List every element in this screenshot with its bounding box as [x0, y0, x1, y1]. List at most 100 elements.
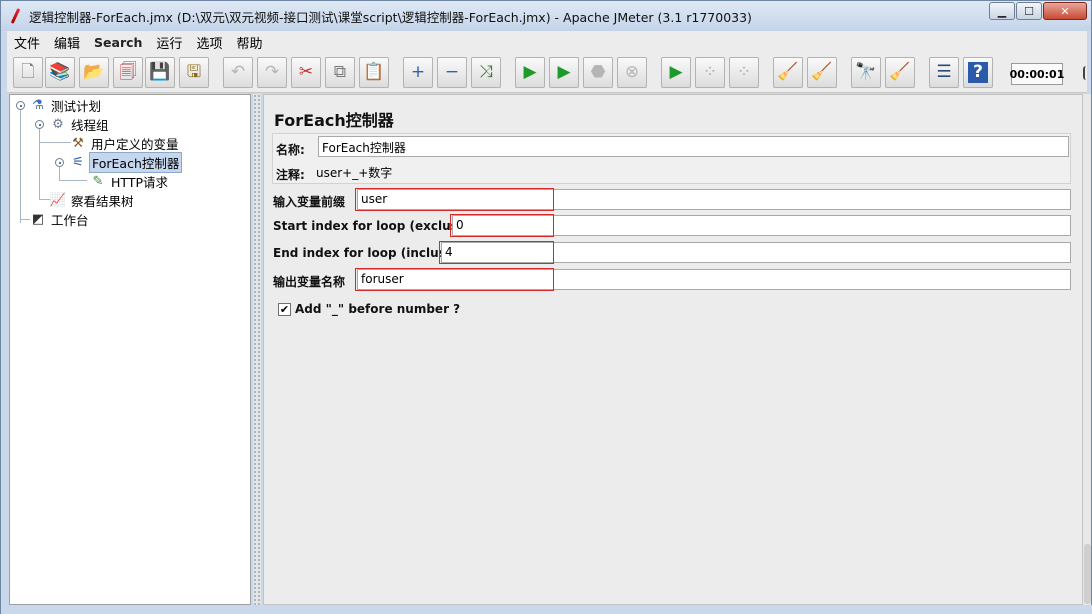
- elapsed-timer: 00:00:01: [1010, 63, 1064, 85]
- expand-button[interactable]: +: [403, 57, 433, 88]
- collapse-button[interactable]: −: [437, 57, 467, 88]
- title-bar: 逻辑控制器-ForEach.jmx (D:\双元\双元视频-接口测试\课堂scr…: [1, 1, 1091, 31]
- new-button[interactable]: 🗋: [13, 57, 43, 88]
- save-icon: 💾: [149, 62, 171, 82]
- tree-node-foreach-controller[interactable]: ⚟ ForEach控制器: [70, 151, 183, 173]
- new-icon: 🗋: [21, 62, 35, 82]
- tree-node-results-tree[interactable]: 📈 察看结果树: [50, 191, 136, 209]
- stop-button[interactable]: ⬣: [583, 57, 613, 88]
- menu-search[interactable]: Search: [87, 35, 149, 50]
- menu-file[interactable]: 文件: [7, 33, 47, 52]
- open-icon: 📂: [83, 62, 105, 82]
- tree-line: [20, 110, 21, 223]
- expander-toggle[interactable]: [16, 101, 25, 110]
- start-no-pause-button[interactable]: ▶: [549, 57, 579, 88]
- name-label: 名称:: [276, 143, 305, 157]
- tree-line: [59, 167, 60, 181]
- tree-line: [39, 142, 71, 143]
- menu-help[interactable]: 帮助: [229, 33, 269, 52]
- close-file-button[interactable]: 🗐: [113, 57, 143, 88]
- help-icon: ?: [968, 62, 988, 83]
- undo-button[interactable]: ↶: [223, 57, 253, 88]
- cut-button[interactable]: ✂: [291, 57, 321, 88]
- shutdown-icon: ⊗: [624, 62, 640, 82]
- reset-search-button[interactable]: 🧹: [885, 57, 915, 88]
- collapse-icon: −: [444, 62, 460, 82]
- stop-icon: ⬣: [590, 62, 606, 82]
- tree-node-label: ForEach控制器: [89, 151, 183, 173]
- name-field[interactable]: ForEach控制器: [318, 136, 1069, 157]
- close-file-icon: 🗐: [119, 62, 137, 82]
- start-button[interactable]: ▶: [515, 57, 545, 88]
- add-underscore-checkbox[interactable]: ✔: [278, 303, 291, 316]
- close-button[interactable]: ✕: [1043, 2, 1087, 20]
- remote-start-button[interactable]: ▶: [661, 57, 691, 88]
- tree-node-thread-group[interactable]: ⚙ 线程组: [50, 115, 111, 133]
- shutdown-button[interactable]: ⊗: [617, 57, 647, 88]
- window-controls: ▁ ☐ ✕: [989, 2, 1087, 20]
- app-window: 逻辑控制器-ForEach.jmx (D:\双元\双元视频-接口测试\课堂scr…: [0, 0, 1092, 614]
- tree-line: [59, 180, 87, 181]
- panel-title: ForEach控制器: [274, 111, 394, 130]
- remote-shutdown-button[interactable]: ⁘: [729, 57, 759, 88]
- tree-line: [39, 199, 50, 200]
- expander-toggle[interactable]: [35, 120, 44, 129]
- tools-icon: ⚒: [72, 135, 84, 151]
- add-underscore-label: Add "_" before number ?: [295, 302, 461, 316]
- toolbar: 00:00:01 🗋 📚 📂 🗐 💾 🖫 ↶ ↷ ✂ ⧉ 📋 + − ⤨ ▶ ▶ ⬣ ⊗ ▶ ⁘ ⁘ 🧹 🧹 🔭 🧹 ☰?: [7, 53, 1087, 93]
- tree-node-http-request[interactable]: ✎ HTTP请求: [90, 172, 170, 190]
- expander-toggle[interactable]: [55, 158, 64, 167]
- open-button[interactable]: 📂: [79, 57, 109, 88]
- vertical-scrollbar[interactable]: [1083, 94, 1091, 605]
- window-title: 逻辑控制器-ForEach.jmx (D:\双元\双元视频-接口测试\课堂scr…: [29, 9, 752, 25]
- paste-button[interactable]: 📋: [359, 57, 389, 88]
- menu-bar: 文件 编辑 Search 运行 选项 帮助: [7, 31, 1087, 53]
- tree-node-workbench[interactable]: ◩ 工作台: [30, 210, 91, 228]
- split-pane-divider[interactable]: [253, 94, 261, 605]
- menu-edit[interactable]: 编辑: [47, 33, 87, 52]
- help-button[interactable]: ?: [963, 57, 993, 88]
- minimize-button[interactable]: ▁: [989, 2, 1015, 20]
- tree-node-user-variables[interactable]: ⚒ 用户定义的变量: [70, 134, 181, 152]
- maximize-button[interactable]: ☐: [1016, 2, 1042, 20]
- remote-start-icon: ▶: [669, 62, 683, 82]
- undo-icon: ↶: [230, 62, 246, 82]
- function-helper-icon: ☰: [936, 62, 952, 82]
- remote-stop-button[interactable]: ⁘: [695, 57, 725, 88]
- controller-panel: ForEach控制器 名称: ForEach控制器 注释: user+_+数字 …: [263, 94, 1083, 605]
- expand-icon: +: [410, 62, 426, 82]
- tree-node-test-plan[interactable]: ⚗ 测试计划: [30, 96, 103, 114]
- function-helper-button[interactable]: ☰: [929, 57, 959, 88]
- save-screenshot-button[interactable]: 🖫: [179, 57, 209, 88]
- tree-node-label: 察看结果树: [71, 193, 134, 209]
- templates-icon: 📚: [49, 62, 71, 82]
- tree-node-label: 工作台: [51, 212, 89, 228]
- search-icon: 🔭: [855, 62, 877, 82]
- comment-field[interactable]: user+_+数字: [312, 161, 1069, 182]
- save-screenshot-icon: 🖫: [186, 62, 202, 82]
- start-icon: ▶: [523, 62, 537, 82]
- search-button[interactable]: 🔭: [851, 57, 881, 88]
- highlight-box: [439, 241, 554, 264]
- jmeter-feather-icon: [9, 7, 23, 25]
- templates-button[interactable]: 📚: [45, 57, 75, 88]
- menu-run[interactable]: 运行: [149, 33, 189, 52]
- test-plan-tree[interactable]: ⚗ 测试计划 ⚙ 线程组 ⚒ 用户定义的变量 ⚟ ForEach控制器 ✎ HT…: [9, 94, 251, 605]
- cut-icon: ✂: [298, 62, 314, 82]
- tree-node-label: 线程组: [71, 117, 109, 133]
- input-prefix-label: 输入变量前缀: [273, 195, 346, 209]
- menu-options[interactable]: 选项: [189, 33, 229, 52]
- start-no-pause-icon: ▶: [557, 62, 571, 82]
- save-button[interactable]: 💾: [145, 57, 175, 88]
- toggle-button[interactable]: ⤨: [471, 57, 501, 88]
- clear-button[interactable]: 🧹: [773, 57, 803, 88]
- redo-icon: ↷: [264, 62, 280, 82]
- redo-button[interactable]: ↷: [257, 57, 287, 88]
- copy-button[interactable]: ⧉: [325, 57, 355, 88]
- flask-icon: ⚗: [32, 97, 44, 113]
- scrollbar-thumb[interactable]: [1084, 544, 1091, 604]
- timer-indicator: [1083, 66, 1089, 80]
- output-variable-label: 输出变量名称: [273, 275, 346, 289]
- clear-all-button[interactable]: 🧹: [807, 57, 837, 88]
- controller-icon: ⚟: [72, 154, 84, 170]
